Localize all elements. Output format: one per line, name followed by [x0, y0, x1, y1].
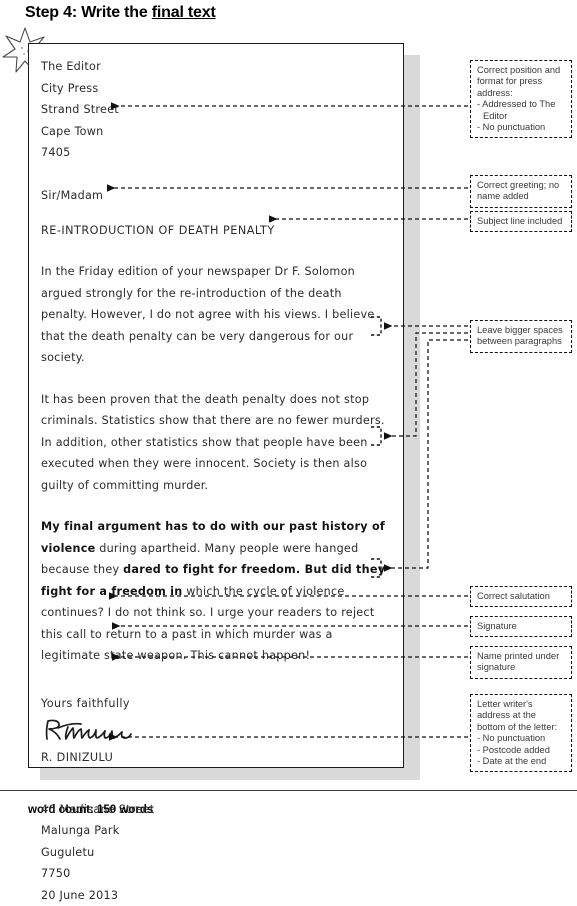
- annotation-press-address: Correct position and format for press ad…: [470, 60, 572, 138]
- annotation-line: name added: [477, 191, 566, 202]
- recipient-address-line: City Press: [41, 78, 395, 100]
- recipient-address-line: The Editor: [41, 56, 395, 78]
- annotation-line: - No punctuation: [477, 122, 566, 133]
- sender-address-line: Malunga Park: [41, 820, 395, 842]
- annotation-line: Correct position and: [477, 65, 566, 76]
- sender-address-line: Guguletu: [41, 842, 395, 864]
- annotation-line: Signature: [477, 621, 566, 632]
- annotation-line: - Addressed to The: [477, 99, 566, 110]
- annotation-line: - No punctuation: [477, 733, 566, 744]
- letter-paragraph-2: It has been proven that the death penalt…: [41, 389, 391, 497]
- annotation-line: - Postcode added: [477, 745, 566, 756]
- annotation-paragraph-spacing: Leave bigger spaces between paragraphs: [470, 320, 572, 353]
- annotation-line: format for press: [477, 76, 566, 87]
- annotation-line: bottom of the letter:: [477, 722, 566, 733]
- annotation-line: Editor: [477, 111, 566, 122]
- recipient-address-line: 7405: [41, 142, 395, 164]
- page-title-underlined: final text: [152, 4, 216, 21]
- spacer: [41, 164, 395, 185]
- annotation-line: - Date at the end: [477, 756, 566, 767]
- annotation-line: Leave bigger spaces: [477, 325, 566, 336]
- spacer: [41, 667, 395, 693]
- letter-greeting: Sir/Madam: [41, 185, 395, 207]
- sender-address-line: 46 Madisane Street: [41, 799, 395, 821]
- spacer: [41, 241, 395, 261]
- letter-subject-line: RE-INTRODUCTION OF DEATH PENALTY: [41, 220, 395, 241]
- spacer: [41, 496, 395, 516]
- letter-printed-name: R. DINIZULU: [41, 747, 395, 769]
- page-title-plain: Step 4: Write the: [25, 4, 152, 21]
- page-title: Step 4: Write the final text: [25, 4, 216, 22]
- annotation-salutation: Correct salutation: [470, 586, 572, 607]
- annotation-signature: Signature: [470, 616, 572, 637]
- annotation-line: address at the: [477, 710, 566, 721]
- letter-salutation: Yours faithfully: [41, 693, 395, 715]
- annotation-line: Correct greeting; no: [477, 180, 566, 191]
- annotation-line: address:: [477, 88, 566, 99]
- annotation-line: Subject line included: [477, 216, 566, 227]
- letter-body: The Editor City Press Strand Street Cape…: [41, 56, 395, 906]
- recipient-address-line: Cape Town: [41, 121, 395, 143]
- annotation-subject: Subject line included: [470, 211, 572, 232]
- recipient-address-line: Strand Street: [41, 99, 395, 121]
- letter-paragraph-3: My final argument has to do with our pas…: [41, 516, 391, 667]
- annotation-line: Correct salutation: [477, 591, 566, 602]
- spacer: [41, 206, 395, 220]
- sender-address-line: 7750: [41, 863, 395, 885]
- annotation-line: Name printed under: [477, 651, 566, 662]
- annotation-line: signature: [477, 662, 566, 673]
- annotation-line: Letter writer's: [477, 699, 566, 710]
- annotation-greeting: Correct greeting; no name added: [470, 175, 572, 208]
- letter-sheet: The Editor City Press Strand Street Cape…: [28, 43, 404, 768]
- signature-icon: [41, 716, 137, 746]
- annotation-line: between paragraphs: [477, 336, 566, 347]
- sender-address-date: 20 June 2013: [41, 885, 395, 906]
- annotation-printed-name: Name printed under signature: [470, 646, 572, 679]
- annotation-writer-address: Letter writer's address at the bottom of…: [470, 694, 572, 772]
- spacer: [41, 769, 395, 799]
- spacer: [41, 369, 395, 389]
- letter-paragraph-1: In the Friday edition of your newspaper …: [41, 261, 391, 369]
